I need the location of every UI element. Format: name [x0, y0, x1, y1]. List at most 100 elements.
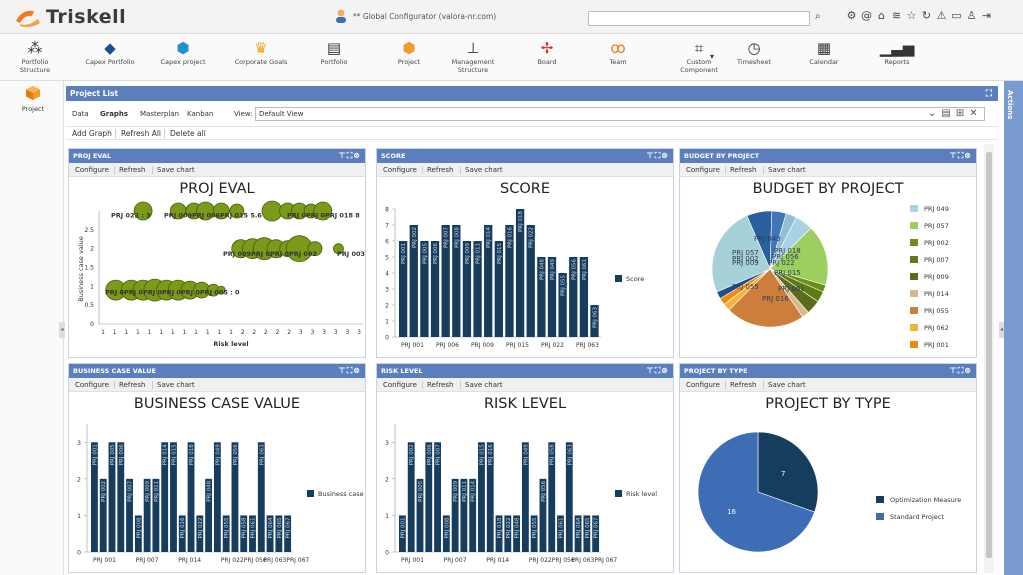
widget-header: BUDGET BY PROJECT ⊤⛶⊗	[680, 149, 976, 163]
refresh-button[interactable]: Refresh	[427, 381, 453, 389]
close-circle-icon[interactable]: ⊗	[964, 151, 972, 160]
at-icon[interactable]: @	[861, 9, 872, 22]
toolbar-item-capex-portfolio[interactable]: ◆ Capex Portfolio	[80, 38, 140, 66]
configure-button[interactable]: Configure	[75, 381, 109, 389]
chevron-down-icon[interactable]: ▾	[710, 52, 714, 61]
left-nav-project[interactable]: Project	[18, 85, 48, 113]
filter-icon[interactable]: ⊤	[646, 151, 654, 160]
close-icon[interactable]: ✕	[969, 108, 977, 119]
rss-icon[interactable]: ≋	[891, 9, 902, 22]
configure-button[interactable]: Configure	[383, 166, 417, 174]
refresh-button[interactable]: Refresh	[119, 381, 145, 389]
delete-all-button[interactable]: Delete all	[170, 129, 206, 138]
toolbar-item-reports[interactable]: ▁▃▅ Reports	[873, 38, 921, 66]
toolbar-item-capex-project[interactable]: ⬢ Capex project	[153, 38, 213, 66]
close-circle-icon[interactable]: ⊗	[353, 366, 361, 375]
settings-icon[interactable]: ⚙	[846, 9, 857, 22]
home-icon[interactable]: ⌂	[876, 9, 887, 22]
configure-button[interactable]: Configure	[383, 381, 417, 389]
legend-swatch	[910, 273, 918, 280]
bar-data-label: PRJ 011	[154, 481, 160, 502]
configure-button[interactable]: Configure	[686, 166, 720, 174]
close-circle-icon[interactable]: ⊗	[661, 151, 669, 160]
alert-icon[interactable]: ⚠	[936, 9, 947, 22]
x-tick-label: 1	[159, 329, 163, 336]
save-chart-button[interactable]: Save chart	[157, 166, 195, 174]
crown-icon: ♛	[254, 39, 268, 57]
filter-icon[interactable]: ⊤	[949, 366, 957, 375]
x-tick-label: PRJ 014	[486, 557, 509, 564]
widget-header-title: PROJECT BY TYPE	[684, 367, 748, 375]
menu-separator	[114, 381, 115, 389]
close-circle-icon[interactable]: ⊗	[661, 366, 669, 375]
global-search-input[interactable]	[588, 11, 810, 26]
filter-icon[interactable]: ⊤	[949, 151, 957, 160]
bar-data-label: PRJ 009	[465, 243, 471, 265]
refresh-button[interactable]: Refresh	[119, 166, 145, 174]
filter-icon[interactable]: ⊤	[646, 366, 654, 375]
configure-button[interactable]: Configure	[686, 381, 720, 389]
toolbar-item-project[interactable]: ⬢ Project	[385, 38, 433, 66]
chart-svg: 7 16 Optimization Measure Standard Project	[697, 431, 961, 553]
bar-data-label: PRJ 016	[180, 517, 186, 539]
configure-button[interactable]: Configure	[75, 166, 109, 174]
bar-data-label: PRJ 014	[486, 227, 492, 249]
tab-kanban[interactable]: Kanban	[187, 110, 213, 118]
refresh-all-button[interactable]: Refresh All	[121, 129, 161, 138]
toolbar-item-custom-component[interactable]: ⌗ Custom Component	[670, 38, 728, 74]
actions-sidebar[interactable]	[1004, 81, 1023, 575]
save-view-icon[interactable]: ▤	[941, 108, 950, 119]
toolbar-item-portfolio-structure[interactable]: ⁂ Portfolio Structure	[8, 38, 62, 74]
y-tick-label: 0	[77, 550, 81, 557]
chart-title: BUSINESS CASE VALUE	[133, 396, 301, 412]
toolbar-item-board[interactable]: ✢ Board	[523, 38, 571, 66]
toolbar-item-management-structure[interactable]: ⊥ Management Structure	[441, 38, 505, 74]
close-circle-icon[interactable]: ⊗	[353, 151, 361, 160]
save-as-view-icon[interactable]: ⊞	[956, 108, 964, 119]
filter-icon[interactable]: ⊤	[338, 151, 346, 160]
refresh-icon[interactable]: ↻	[921, 9, 932, 22]
chevron-down-icon[interactable]: ⌄	[928, 108, 936, 119]
scrollbar-thumb[interactable]	[986, 152, 992, 558]
menu-separator	[763, 166, 764, 174]
toolbar-item-corporate-goals[interactable]: ♛ Corporate Goals	[226, 38, 296, 66]
logo[interactable]: Triskell	[14, 6, 126, 28]
refresh-button[interactable]: Refresh	[427, 166, 453, 174]
toolbar-item-team[interactable]: ꝏ Team	[594, 38, 642, 66]
toolbar-item-calendar[interactable]: ▦ Calendar	[800, 38, 848, 66]
close-circle-icon[interactable]: ⊗	[964, 366, 972, 375]
filter-icon[interactable]: ⊤	[338, 366, 346, 375]
project-list-title: Project List	[70, 89, 119, 98]
tab-graphs[interactable]: Graphs	[100, 110, 128, 118]
search-icon[interactable]: ⌕	[815, 11, 821, 22]
y-tick-label: 1	[385, 513, 389, 520]
team-icon: ꝏ	[610, 39, 626, 57]
maximize-icon[interactable]: ⛶	[986, 87, 992, 102]
user-icon[interactable]: ♙	[966, 9, 977, 22]
save-chart-button[interactable]: Save chart	[768, 166, 806, 174]
tab-masterplan[interactable]: Masterplan	[140, 110, 179, 118]
add-graph-button[interactable]: Add Graph	[72, 129, 112, 138]
messages-icon[interactable]: ▭	[951, 9, 962, 22]
left-collapse-handle[interactable]: ◂	[59, 322, 65, 338]
save-chart-button[interactable]: Save chart	[465, 381, 503, 389]
x-tick-label: PRJ 006	[436, 342, 459, 349]
bar-data-label: PRJ 008	[136, 517, 142, 539]
widget-menu: Configure Refresh Save chart	[680, 163, 976, 177]
pie-slice-label: PRJ 009	[732, 259, 759, 267]
refresh-button[interactable]: Refresh	[730, 166, 756, 174]
save-chart-button[interactable]: Save chart	[768, 381, 806, 389]
chart-svg: 0123PRJ 001PRJ 002PRJ 005PRJ 006PRJ 007P…	[385, 424, 657, 564]
toolbar-item-timesheet[interactable]: ◷ Timesheet	[730, 38, 778, 66]
view-select[interactable]: Default View	[255, 107, 985, 121]
save-chart-button[interactable]: Save chart	[465, 166, 503, 174]
bubble-point[interactable]	[261, 200, 283, 222]
star-icon[interactable]: ☆	[906, 9, 917, 22]
tab-data[interactable]: Data	[72, 110, 89, 118]
toolbar-item-portfolio[interactable]: ▤ Portfolio	[310, 38, 358, 66]
bar-data-label: PRJ 065	[585, 517, 591, 539]
refresh-button[interactable]: Refresh	[730, 381, 756, 389]
save-chart-button[interactable]: Save chart	[157, 381, 195, 389]
user-area[interactable]: ** Global Configurator (valora-nr.com)	[335, 9, 496, 23]
logout-icon[interactable]: ⇥	[981, 9, 992, 22]
